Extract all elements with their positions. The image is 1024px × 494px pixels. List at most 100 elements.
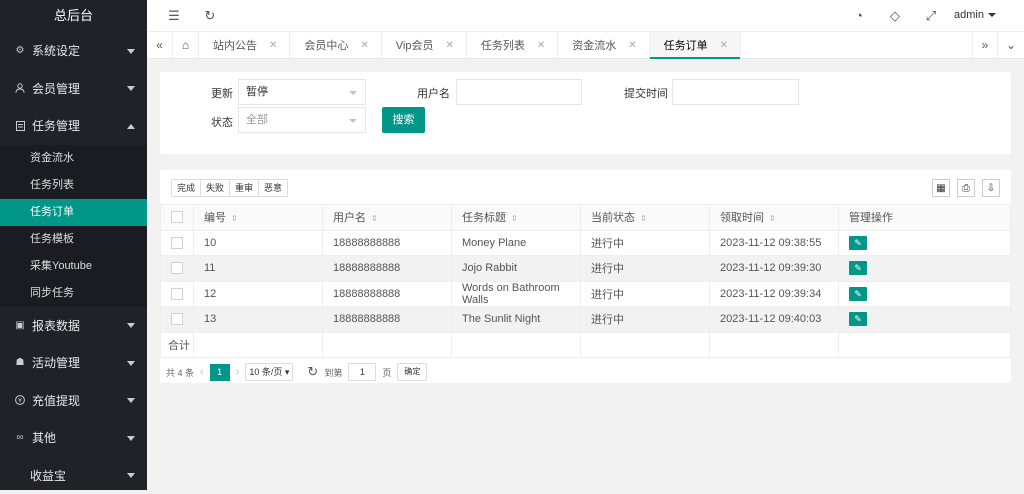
header-label: 领取时间 — [720, 212, 764, 224]
prev-page-icon[interactable]: ‹ — [200, 366, 204, 378]
search-button[interactable]: 搜索 — [382, 107, 425, 133]
user-menu[interactable]: admin — [954, 9, 996, 21]
sidebar-item-task-list[interactable]: 任务列表 — [0, 172, 147, 199]
sort-icon[interactable]: ⇕ — [640, 214, 647, 223]
column-header-task-title[interactable]: 任务标题⇕ — [452, 205, 581, 231]
page-size-select[interactable]: 10 条/页 ▾ — [245, 363, 293, 381]
goto-page-input[interactable]: 1 — [348, 363, 376, 381]
close-icon[interactable]: ✕ — [445, 40, 453, 51]
edit-icon[interactable]: ✎ — [849, 236, 867, 250]
username-label: 用户名 — [417, 85, 450, 101]
table-tools: ▦ ⎙ ⇩ — [925, 179, 1000, 197]
sidebar-item-collect-youtube[interactable]: 采集Youtube — [0, 253, 147, 280]
status-select[interactable]: 全部 — [238, 107, 366, 133]
sidebar-item-earnings[interactable]: 收益宝 — [0, 457, 147, 494]
sidebar-item-fund-flow[interactable]: 资金流水 — [0, 145, 147, 172]
table-row[interactable]: 11 18888888888 Jojo Rabbit 进行中 2023-11-1… — [161, 256, 1011, 282]
cell-id: 11 — [194, 256, 323, 282]
table-row[interactable]: 12 18888888888 Words on Bathroom Walls 进… — [161, 281, 1011, 307]
yen-icon: ¥ — [14, 394, 26, 406]
sidebar-item-label: 系统设定 — [32, 42, 80, 59]
tag-icon[interactable]: ◇ — [888, 9, 902, 23]
cell-actions: ✎ — [839, 281, 1011, 307]
sidebar-item-activities[interactable]: ☗ 活动管理 — [0, 344, 147, 382]
print-icon[interactable]: ⎙ — [957, 179, 975, 197]
table-row[interactable]: 10 18888888888 Money Plane 进行中 2023-11-1… — [161, 230, 1011, 256]
close-icon[interactable]: ✕ — [720, 40, 728, 51]
redo-button[interactable]: 重审 — [229, 179, 259, 197]
close-icon[interactable]: ✕ — [537, 40, 545, 51]
sidebar-item-other[interactable]: ∞ 其他 — [0, 419, 147, 457]
column-header-status[interactable]: 当前状态⇕ — [581, 205, 710, 231]
sidebar-item-task-management[interactable]: 任务管理 — [0, 107, 147, 145]
app-title: 总后台 — [0, 0, 147, 32]
row-checkbox[interactable] — [171, 313, 183, 325]
refresh-icon[interactable]: ↻ — [307, 364, 318, 380]
fullscreen-icon[interactable]: ⤢ — [924, 9, 938, 23]
table-header-row: 编号⇕ 用户名⇕ 任务标题⇕ 当前状态⇕ 领取时间⇕ 管理操作 — [161, 205, 1011, 231]
home-icon[interactable]: ⌂ — [173, 32, 199, 58]
sidebar-item-reports[interactable]: ▣ 报表数据 — [0, 307, 147, 345]
tab-member-center[interactable]: 会员中心✕ — [290, 32, 381, 58]
sidebar-item-recharge-withdraw[interactable]: ¥ 充值提现 — [0, 382, 147, 420]
sidebar-item-task-templates[interactable]: 任务模板 — [0, 226, 147, 253]
tab-task-list[interactable]: 任务列表✕ — [467, 32, 558, 58]
theme-icon[interactable]: ◔ — [852, 9, 866, 23]
update-value: 暂停 — [246, 86, 268, 98]
sidebar-item-system-settings[interactable]: ⚙ 系统设定 — [0, 32, 147, 70]
select-all-checkbox[interactable] — [171, 211, 183, 223]
top-bar: ☰ ↻ ◔ ◇ ⤢ admin — [147, 0, 1024, 32]
chevron-down-icon — [127, 398, 135, 403]
goto-confirm-button[interactable]: 确定 — [397, 363, 427, 381]
table-row[interactable]: 13 18888888888 The Sunlit Night 进行中 2023… — [161, 307, 1011, 333]
tab-task-orders[interactable]: 任务订单✕ — [650, 32, 741, 58]
tabs-scroll-left-icon[interactable]: « — [147, 32, 173, 58]
current-page[interactable]: 1 — [210, 364, 230, 381]
menu-toggle-icon[interactable]: ☰ — [167, 9, 181, 23]
page-size-value: 10 条/页 — [249, 367, 282, 377]
refresh-icon[interactable]: ↻ — [203, 9, 217, 23]
sort-icon[interactable]: ⇕ — [511, 214, 518, 223]
tab-vip-members[interactable]: Vip会员✕ — [382, 32, 467, 58]
close-icon[interactable]: ✕ — [360, 40, 368, 51]
chevron-up-icon — [127, 124, 135, 129]
close-icon[interactable]: ✕ — [269, 40, 277, 51]
complete-button[interactable]: 完成 — [171, 179, 201, 197]
column-header-id[interactable]: 编号⇕ — [194, 205, 323, 231]
next-page-icon[interactable]: › — [236, 366, 240, 378]
tab-fund-flow[interactable]: 资金流水✕ — [558, 32, 649, 58]
total-row: 合计 — [161, 332, 1011, 358]
svg-text:¥: ¥ — [18, 398, 22, 405]
row-checkbox[interactable] — [171, 288, 183, 300]
close-icon[interactable]: ✕ — [628, 40, 636, 51]
edit-icon[interactable]: ✎ — [849, 312, 867, 326]
export-icon[interactable]: ⇩ — [982, 179, 1000, 197]
tab-announcements[interactable]: 站内公告 ✕ — [199, 32, 290, 58]
sidebar-item-member-management[interactable]: 会员管理 — [0, 70, 147, 108]
edit-icon[interactable]: ✎ — [849, 261, 867, 275]
sort-icon[interactable]: ⇕ — [231, 214, 238, 223]
sort-icon[interactable]: ⇕ — [769, 214, 776, 223]
fail-button[interactable]: 失败 — [200, 179, 230, 197]
column-header-received-time[interactable]: 领取时间 ⇕ — [710, 205, 839, 231]
book-icon: ▣ — [14, 319, 26, 331]
sidebar-item-sync-tasks[interactable]: 同步任务 — [0, 280, 147, 307]
chevron-down-icon — [127, 49, 135, 54]
row-checkbox[interactable] — [171, 237, 183, 249]
column-header-username[interactable]: 用户名⇕ — [323, 205, 452, 231]
username-input[interactable] — [456, 79, 582, 105]
submit-time-input[interactable] — [672, 79, 799, 105]
malicious-button[interactable]: 恶意 — [258, 179, 288, 197]
sidebar-item-task-orders[interactable]: 任务订单 — [0, 199, 147, 226]
columns-icon[interactable]: ▦ — [932, 179, 950, 197]
tabs-scroll-right-icon[interactable]: » — [972, 32, 998, 58]
cell-task-title: Words on Bathroom Walls — [452, 281, 581, 307]
chevron-down-icon — [127, 361, 135, 366]
sidebar-item-label: 充值提现 — [32, 392, 80, 409]
update-select[interactable]: 暂停 — [238, 79, 366, 105]
edit-icon[interactable]: ✎ — [849, 287, 867, 301]
sort-icon[interactable]: ⇕ — [371, 214, 378, 223]
tabs-menu-icon[interactable]: ⌄ — [998, 32, 1024, 58]
row-checkbox[interactable] — [171, 262, 183, 274]
tab-label: 站内公告 — [213, 37, 257, 53]
